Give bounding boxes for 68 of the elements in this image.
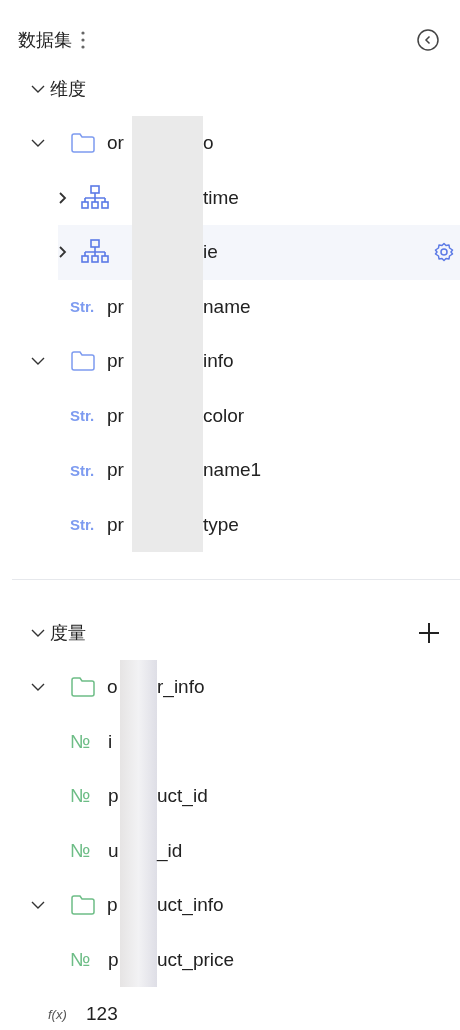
- field-name: info: [203, 350, 234, 373]
- field-name: pr: [107, 513, 125, 536]
- field-name: p: [107, 894, 119, 917]
- tree-item[interactable]: Str. pr type: [0, 497, 460, 552]
- folder-icon: [70, 350, 96, 373]
- field-name: uct_id: [157, 785, 208, 808]
- field-name: color: [203, 404, 245, 427]
- tree-item[interactable]: pr info: [0, 334, 460, 389]
- type-label: Str.: [70, 298, 95, 316]
- redaction-block: [120, 932, 157, 987]
- panel-title: 数据集: [18, 29, 72, 52]
- field-name: 123: [86, 1003, 118, 1026]
- folder-icon: [70, 132, 96, 155]
- type-label: Str.: [70, 461, 95, 479]
- field-name: uct_info: [157, 894, 224, 917]
- type-label: №: [70, 839, 91, 862]
- type-label: Str.: [70, 407, 95, 425]
- add-icon[interactable]: [418, 622, 440, 644]
- tree-item[interactable]: time: [0, 170, 460, 225]
- field-name: pr: [107, 459, 125, 482]
- tree-item[interactable]: № p uct_id: [0, 769, 460, 824]
- hierarchy-icon: [80, 183, 110, 212]
- settings-icon[interactable]: [434, 242, 454, 263]
- tree-item[interactable]: Str. pr name1: [0, 443, 460, 498]
- field-name: or: [107, 132, 125, 155]
- field-name: pr: [107, 350, 125, 373]
- tree-item[interactable]: o r_info: [0, 660, 460, 715]
- type-label: f(x): [48, 1006, 67, 1022]
- tree-item[interactable]: Str. pr name: [0, 279, 460, 334]
- field-name: ie: [203, 241, 218, 264]
- tree-item[interactable]: f(x) 123: [0, 987, 460, 1030]
- field-name: time: [203, 186, 239, 209]
- tree-item[interactable]: or o: [0, 116, 460, 171]
- field-name: name: [203, 295, 251, 318]
- folder-icon: [70, 676, 96, 699]
- field-name: pr: [107, 404, 125, 427]
- folder-icon: [70, 894, 96, 917]
- section-header[interactable]: 度量: [0, 606, 460, 660]
- field-name: i: [108, 730, 114, 753]
- field-name: o: [107, 676, 119, 699]
- field-name: _id: [157, 839, 183, 862]
- section-title: 维度: [50, 78, 86, 101]
- chevron-right-icon[interactable]: [58, 245, 68, 260]
- tree-item[interactable]: ie: [58, 225, 460, 280]
- field-name: r_info: [157, 676, 205, 699]
- more-icon[interactable]: [80, 30, 86, 50]
- tree-item[interactable]: p uct_info: [0, 878, 460, 933]
- tree-item[interactable]: № p uct_price: [0, 932, 460, 987]
- type-label: №: [70, 948, 91, 971]
- tree-item[interactable]: № i: [0, 714, 460, 769]
- section-header[interactable]: 维度: [0, 62, 460, 116]
- tree-item[interactable]: Str. pr color: [0, 388, 460, 443]
- field-name: p: [108, 948, 120, 971]
- type-label: №: [70, 730, 91, 753]
- field-name: name1: [203, 459, 262, 482]
- field-name: pr: [107, 295, 125, 318]
- field-name: u: [108, 839, 120, 862]
- collapse-icon[interactable]: [416, 28, 440, 52]
- type-label: Str.: [70, 516, 95, 534]
- field-name: p: [108, 785, 120, 808]
- field-name: type: [203, 513, 239, 536]
- section-title: 度量: [50, 622, 86, 645]
- redaction-block: [120, 660, 157, 715]
- tree-item[interactable]: № u _id: [0, 823, 460, 878]
- field-name: o: [203, 132, 214, 155]
- type-label: №: [70, 785, 91, 808]
- field-name: uct_price: [157, 948, 235, 971]
- chevron-right-icon[interactable]: [58, 190, 68, 205]
